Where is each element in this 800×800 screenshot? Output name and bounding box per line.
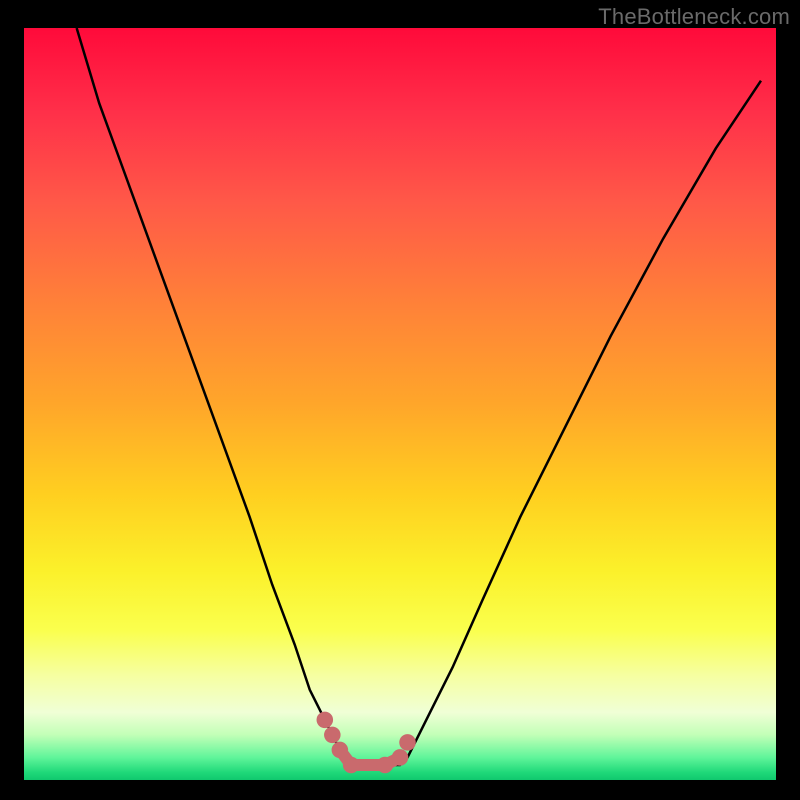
bottleneck-curve-path [77,28,761,765]
bottom-marker-dot [332,742,349,759]
watermark-text: TheBottleneck.com [598,4,790,30]
bottom-marker-dot [392,749,409,766]
bottom-marker-dot [324,727,341,744]
curve-svg [24,28,776,780]
bottom-marker-dot [377,757,394,774]
chart-frame: TheBottleneck.com [0,0,800,800]
bottom-marker-dot [399,734,416,751]
plot-area [24,28,776,780]
bottom-marker-dot [317,712,334,729]
bottom-marker-dot [343,757,360,774]
